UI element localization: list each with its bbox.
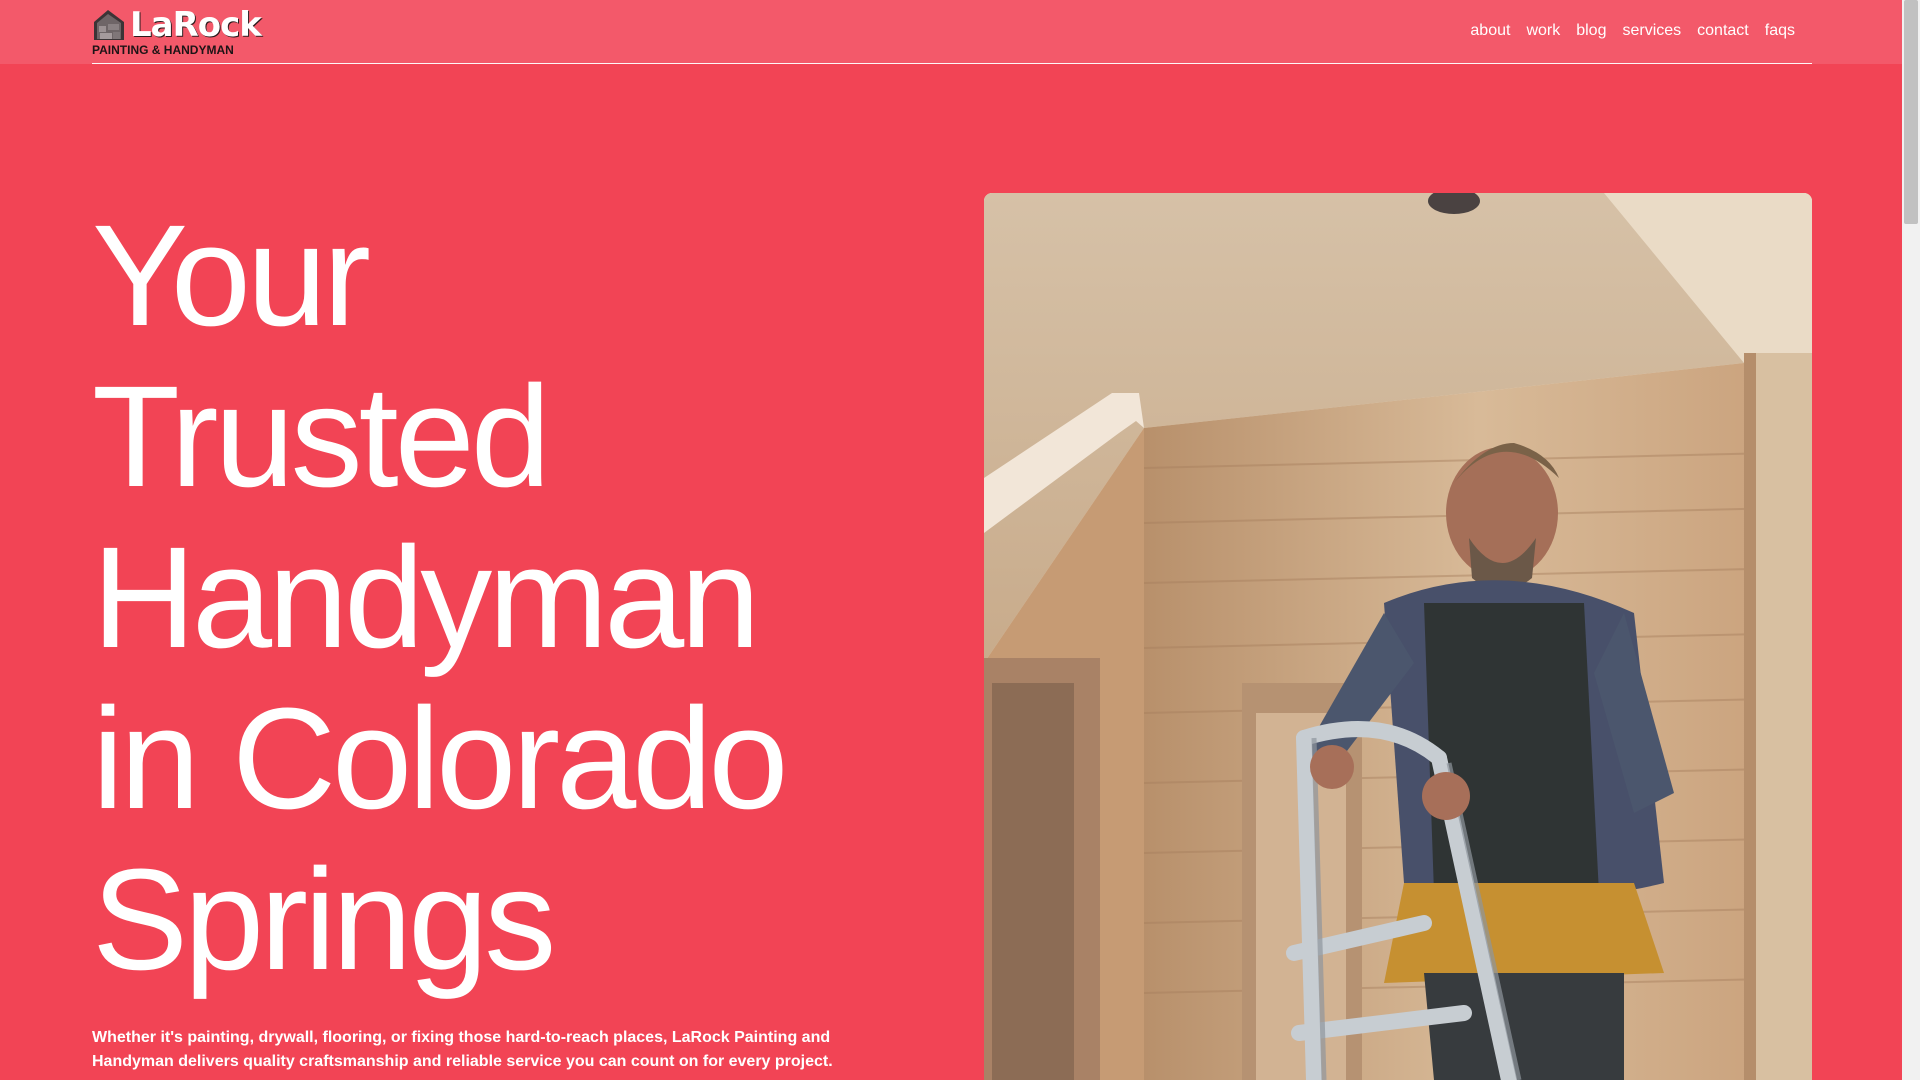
nav-faqs-link[interactable]: faqs [1765, 20, 1795, 42]
nav-about-link[interactable]: about [1470, 20, 1510, 42]
hero-title-line: Trusted [92, 356, 551, 517]
hero-title-line: Your [92, 195, 371, 356]
nav-work-link[interactable]: work [1526, 20, 1560, 42]
nav-contact-link[interactable]: contact [1697, 20, 1749, 42]
photo-illustration [984, 193, 1812, 1080]
header-divider [92, 63, 1812, 64]
nav-blog-link[interactable]: blog [1576, 20, 1606, 42]
vertical-scrollbar[interactable] [1902, 0, 1920, 1080]
stone-house-icon [94, 10, 124, 40]
hero-title-line: Springs [92, 839, 556, 1000]
hero-title-line: in Colorado [92, 678, 788, 839]
logo-wordmark: LaRock [130, 5, 262, 45]
main-nav: about work blog services contact faqs [1470, 20, 1795, 42]
hero-title: Your Trusted Handyman in Colorado Spring… [92, 195, 912, 1000]
logo[interactable]: LaRock PAINTING & HANDYMAN [92, 5, 262, 58]
logo-tagline: PAINTING & HANDYMAN [92, 43, 234, 57]
page: LaRock PAINTING & HANDYMAN about work bl… [0, 0, 1920, 1080]
site-header: LaRock PAINTING & HANDYMAN about work bl… [0, 0, 1902, 64]
handyman-on-ladder-photo [984, 193, 1812, 1080]
scrollbar-thumb[interactable] [1904, 0, 1918, 224]
nav-services-link[interactable]: services [1622, 20, 1681, 42]
hero-title-line: Handyman [92, 517, 760, 678]
hero-description: Whether it's painting, drywall, flooring… [92, 1029, 833, 1070]
